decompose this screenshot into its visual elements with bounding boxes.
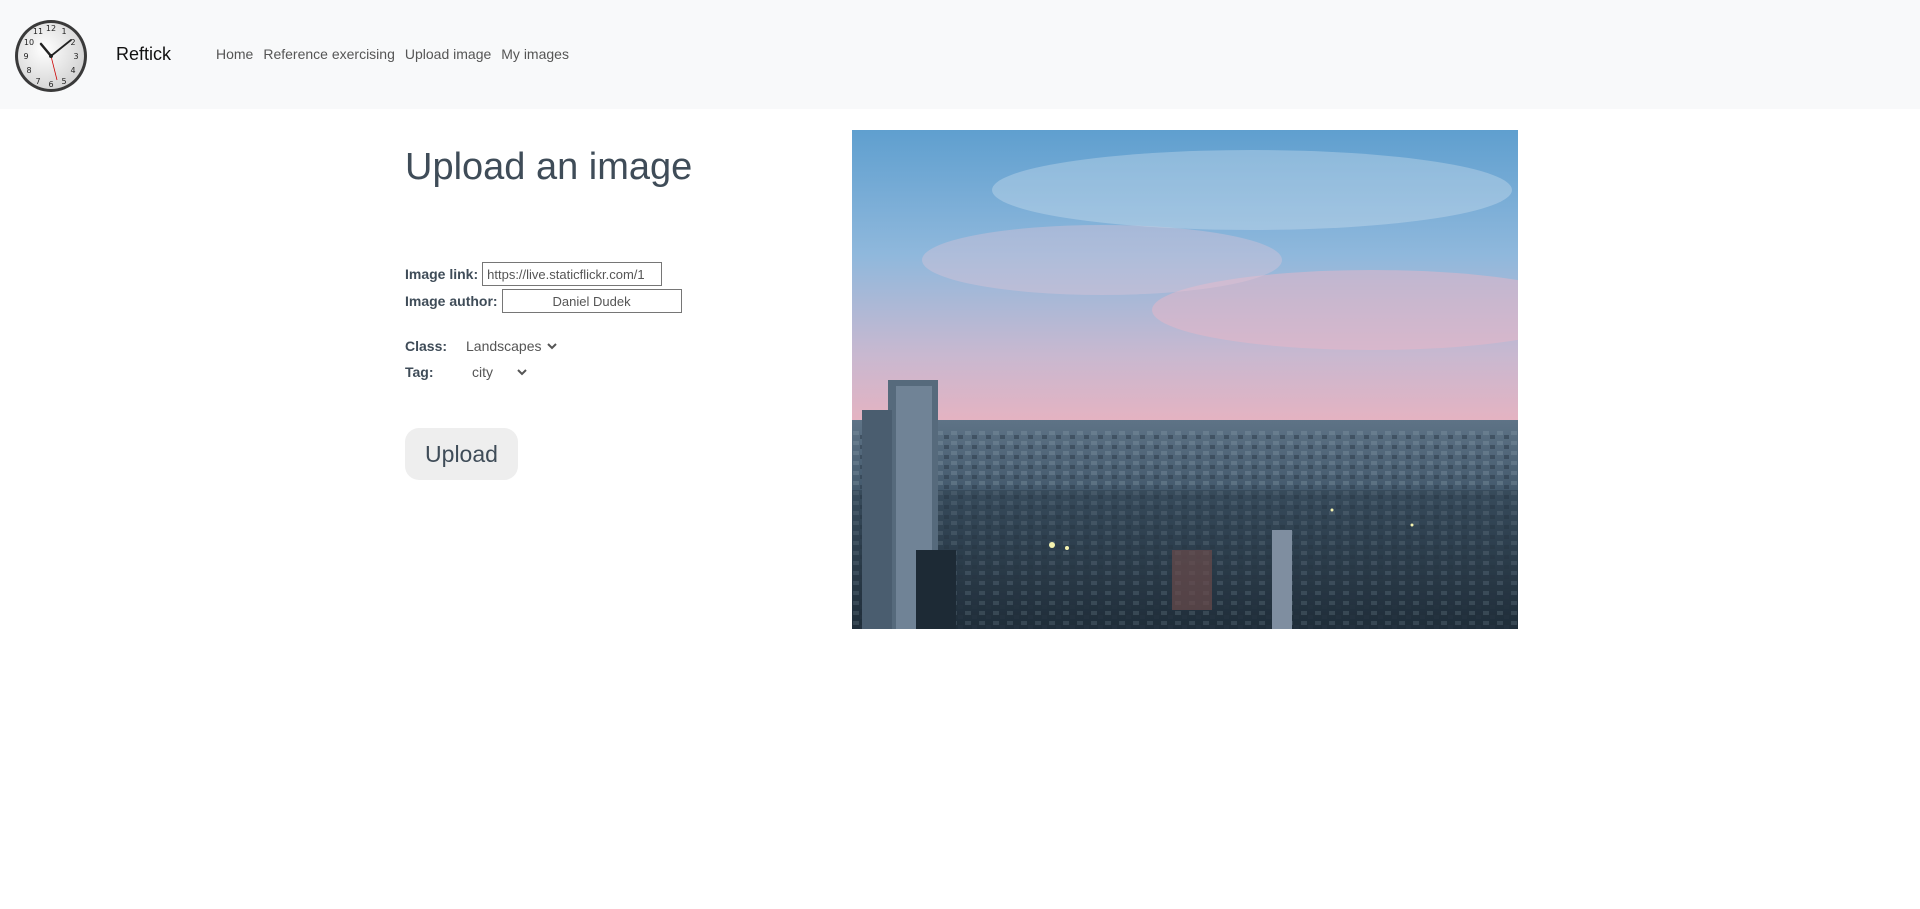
clock-logo-icon[interactable]: 12 3 6 9 1 2 4 5 7 8 10 11 bbox=[13, 18, 89, 94]
nav-links: Home Reference exercising Upload image M… bbox=[216, 46, 569, 62]
nav-link-my-images[interactable]: My images bbox=[501, 46, 569, 62]
svg-text:6: 6 bbox=[48, 80, 53, 89]
upload-button[interactable]: Upload bbox=[405, 428, 518, 480]
svg-text:8: 8 bbox=[26, 66, 31, 75]
image-author-input[interactable] bbox=[501, 289, 682, 313]
tag-label: Tag: bbox=[405, 364, 434, 380]
image-link-input[interactable] bbox=[482, 262, 663, 286]
svg-text:10: 10 bbox=[24, 38, 34, 47]
tag-select[interactable]: city bbox=[466, 363, 530, 381]
preview-image bbox=[852, 130, 1518, 629]
nav-link-upload-image[interactable]: Upload image bbox=[405, 46, 491, 62]
brand-link[interactable]: Reftick bbox=[116, 44, 171, 65]
svg-text:5: 5 bbox=[61, 77, 66, 86]
class-row: Class: Landscapes bbox=[405, 337, 560, 355]
nav-link-home[interactable]: Home bbox=[216, 46, 253, 62]
class-label: Class: bbox=[405, 338, 448, 354]
svg-text:12: 12 bbox=[46, 24, 56, 33]
svg-text:7: 7 bbox=[35, 77, 40, 86]
svg-text:4: 4 bbox=[70, 66, 75, 75]
svg-text:11: 11 bbox=[33, 27, 43, 36]
class-select[interactable]: Landscapes bbox=[460, 337, 560, 355]
page-title: Upload an image bbox=[405, 146, 693, 188]
nav-link-reference-exercising[interactable]: Reference exercising bbox=[263, 46, 395, 62]
image-link-label: Image link: bbox=[405, 266, 479, 282]
image-author-label: Image author: bbox=[405, 293, 498, 309]
image-link-row: Image link: bbox=[405, 262, 663, 286]
svg-text:9: 9 bbox=[23, 52, 28, 61]
svg-text:1: 1 bbox=[61, 27, 66, 36]
image-author-row: Image author: bbox=[405, 289, 682, 313]
navbar: 12 3 6 9 1 2 4 5 7 8 10 11 Reftick Home … bbox=[0, 0, 1920, 109]
tag-row: Tag: city bbox=[405, 363, 530, 381]
svg-text:3: 3 bbox=[73, 52, 78, 61]
